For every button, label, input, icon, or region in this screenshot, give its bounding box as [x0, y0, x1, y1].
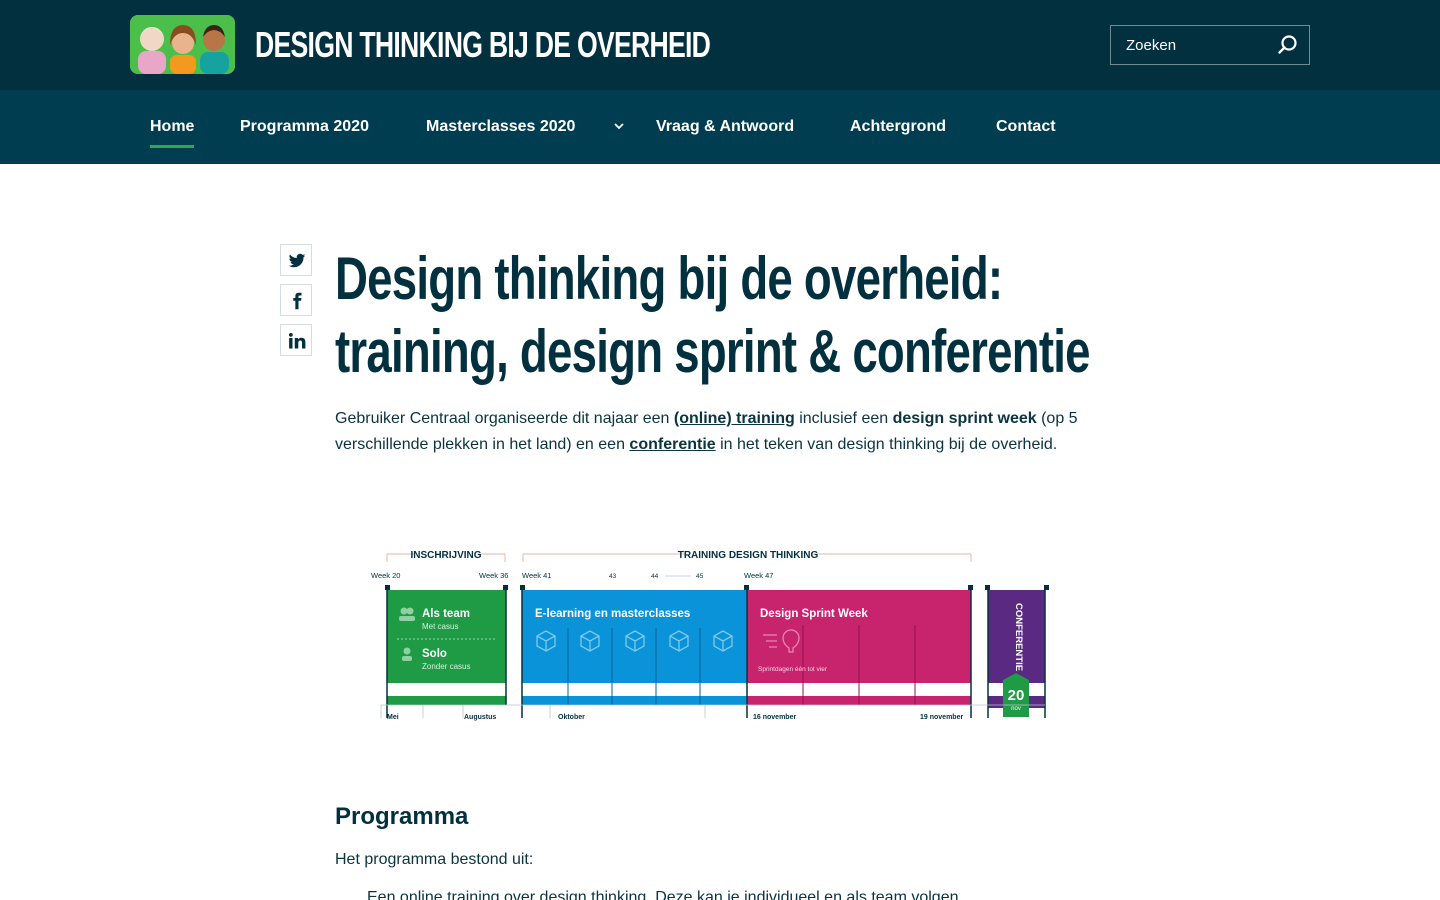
- nav-item-achtergrond[interactable]: Achtergrond: [850, 115, 946, 139]
- nav-item-vraag-antwoord[interactable]: Vraag & Antwoord: [656, 115, 794, 139]
- intro-text-4: in het teken van design thinking bij de …: [715, 436, 1058, 453]
- page-title: Design thinking bij de overheid: trainin…: [335, 245, 1091, 385]
- timeline-infographic: INSCHRIJVING TRAINING DESIGN THINKING We…: [371, 546, 1049, 721]
- share-twitter-button[interactable]: [280, 244, 312, 276]
- intro-text-2: inclusief een: [794, 410, 893, 427]
- intro-text-1: Gebruiker Centraal organiseerde dit naja…: [335, 410, 674, 427]
- conference-date-day: 20: [1008, 687, 1025, 704]
- elearning-title: E-learning en masterclasses: [535, 608, 690, 620]
- logo-people-illustration: [130, 15, 235, 74]
- search-input[interactable]: [1111, 26, 1271, 64]
- section-text: Het programma bestond uit:: [335, 851, 534, 868]
- month-label: 16 november: [753, 714, 796, 721]
- site-title[interactable]: DESIGN THINKING BIJ DE OVERHEID: [255, 22, 711, 68]
- month-label: Mei: [387, 714, 399, 721]
- team-title: Als team: [422, 608, 470, 620]
- solo-subtitle: Zonder casus: [422, 662, 470, 671]
- week-label: 44: [651, 573, 659, 580]
- week-label: Week 20: [371, 571, 400, 580]
- week-label: Week 47: [744, 571, 773, 580]
- week-label: Week 36: [479, 571, 508, 580]
- linkedin-icon: [288, 332, 306, 349]
- chevron-down-icon[interactable]: [611, 117, 627, 135]
- design-sprint-week-bold: design sprint week: [892, 410, 1037, 427]
- nav-item-masterclasses-2020[interactable]: Masterclasses 2020: [426, 115, 575, 139]
- share-linkedin-button[interactable]: [280, 324, 312, 356]
- search-button[interactable]: [1275, 32, 1301, 58]
- month-label: Oktober: [558, 714, 585, 721]
- team-subtitle: Met casus: [422, 622, 458, 631]
- conference-date-month: nov: [1011, 706, 1021, 712]
- list-item: Een online training over design thinking…: [367, 889, 963, 900]
- week-label: Week 41: [522, 571, 551, 580]
- nav-item-programma-2020[interactable]: Programma 2020: [240, 115, 369, 139]
- search-icon: [1278, 35, 1297, 54]
- facebook-icon: [293, 292, 302, 310]
- solo-title: Solo: [422, 648, 447, 660]
- timeline-header-training: TRAINING DESIGN THINKING: [678, 550, 819, 561]
- sprint-title: Design Sprint Week: [760, 608, 868, 620]
- search-box: [1110, 25, 1310, 65]
- top-header: DESIGN THINKING BIJ DE OVERHEID: [0, 0, 1440, 90]
- nav-item-home[interactable]: Home: [150, 115, 195, 148]
- sprint-subtitle: Sprintdagen één tot vier: [758, 666, 828, 673]
- month-label: 19 november: [920, 714, 963, 721]
- site-logo[interactable]: [130, 15, 235, 74]
- twitter-icon: [288, 253, 306, 268]
- week-label: 43: [609, 573, 617, 580]
- section-title-programma: Programma: [335, 803, 469, 830]
- week-label: 45: [696, 573, 704, 580]
- conference-label: CONFERENTIE: [1013, 603, 1024, 671]
- main-navigation: Home Programma 2020 Masterclasses 2020 V…: [0, 90, 1440, 164]
- nav-item-contact[interactable]: Contact: [996, 115, 1056, 139]
- conferentie-link[interactable]: conferentie: [629, 436, 715, 453]
- online-training-link[interactable]: (online) training: [674, 410, 795, 427]
- intro-paragraph: Gebruiker Centraal organiseerde dit naja…: [335, 406, 1095, 458]
- timeline-header-inschrijving: INSCHRIJVING: [410, 550, 481, 561]
- month-label: Augustus: [464, 714, 496, 721]
- share-facebook-button[interactable]: [280, 284, 312, 316]
